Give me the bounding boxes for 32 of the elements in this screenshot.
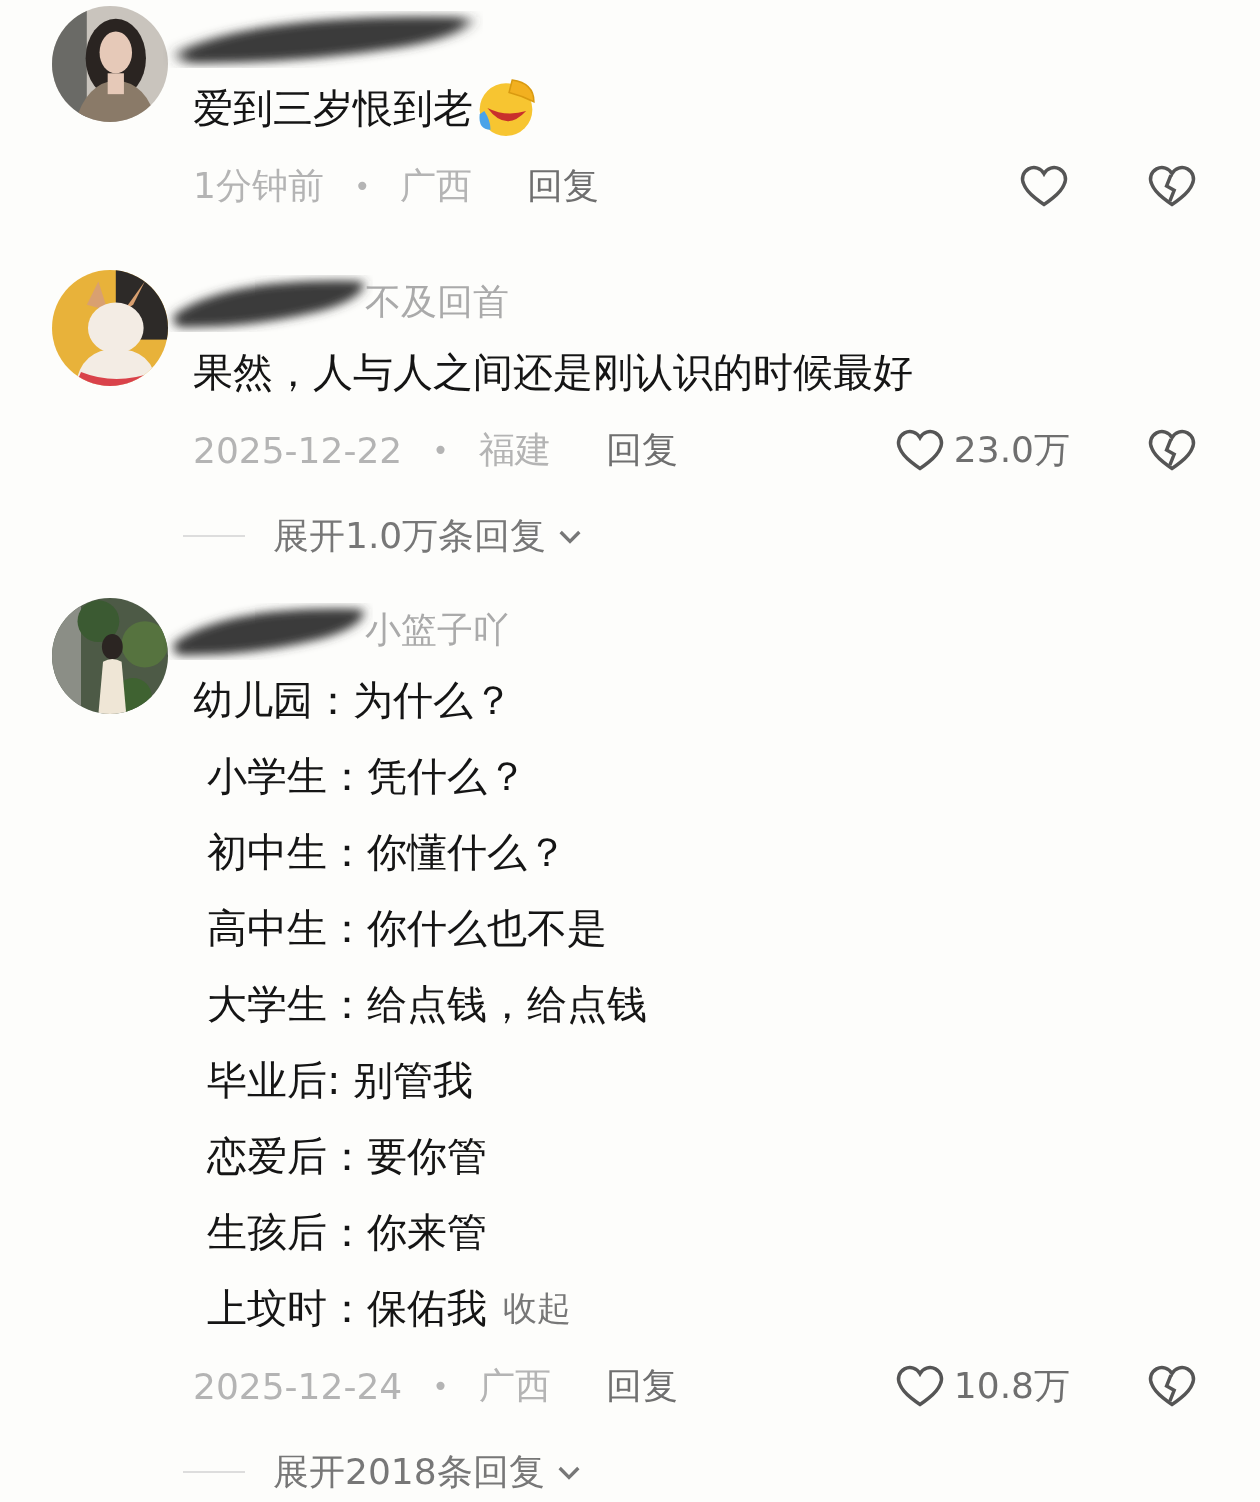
comment-region: 广西: [400, 163, 473, 208]
comment-text: 果然，人与人之间还是刚认识的时候最好: [193, 348, 913, 397]
comment-time: 2025-12-24: [193, 1365, 403, 1407]
separator-dot: •: [432, 1369, 449, 1403]
comment-text: 小学生：凭什么？: [207, 752, 527, 801]
comment-text: 上坟时：保佑我: [207, 1284, 487, 1333]
comment-text: 爱到三岁恨到老: [193, 84, 473, 133]
reply-link[interactable]: 回复: [605, 1361, 678, 1411]
like-count: 23.0万: [953, 427, 1070, 472]
comment-text: 初中生：你懂什么？: [207, 828, 567, 877]
comment-region: 广西: [478, 1363, 551, 1408]
separator-dot: •: [432, 433, 449, 467]
comment-text: 幼儿园：为什么？: [193, 676, 513, 725]
like-button[interactable]: 10.8万: [893, 1360, 1070, 1412]
expand-label: 展开2018条回复: [273, 1449, 545, 1494]
reply-link[interactable]: 回复: [605, 425, 678, 475]
comment-text: 毕业后: 别管我: [207, 1056, 474, 1105]
separator-dot: •: [353, 169, 371, 203]
expand-replies-button[interactable]: 展开1.0万条回复: [273, 511, 587, 561]
expand-replies-button[interactable]: 展开2018条回复: [273, 1447, 585, 1497]
expand-label: 展开1.0万条回复: [273, 513, 547, 558]
like-count: 10.8万: [953, 1363, 1070, 1408]
comment-text: 大学生：给点钱，给点钱: [207, 980, 647, 1029]
comment-time: 1分钟前: [193, 163, 324, 208]
comment-region: 福建: [478, 427, 551, 472]
comment-text: 恋爱后：要你管: [207, 1132, 487, 1181]
collapse-link[interactable]: 收起: [503, 1270, 571, 1346]
comment-text: 生孩后：你来管: [207, 1208, 487, 1257]
comment-time: 2025-12-22: [193, 429, 403, 471]
comment-text: 高中生：你什么也不是: [207, 904, 607, 953]
like-button[interactable]: 23.0万: [893, 424, 1070, 476]
reply-link[interactable]: 回复: [527, 161, 600, 211]
